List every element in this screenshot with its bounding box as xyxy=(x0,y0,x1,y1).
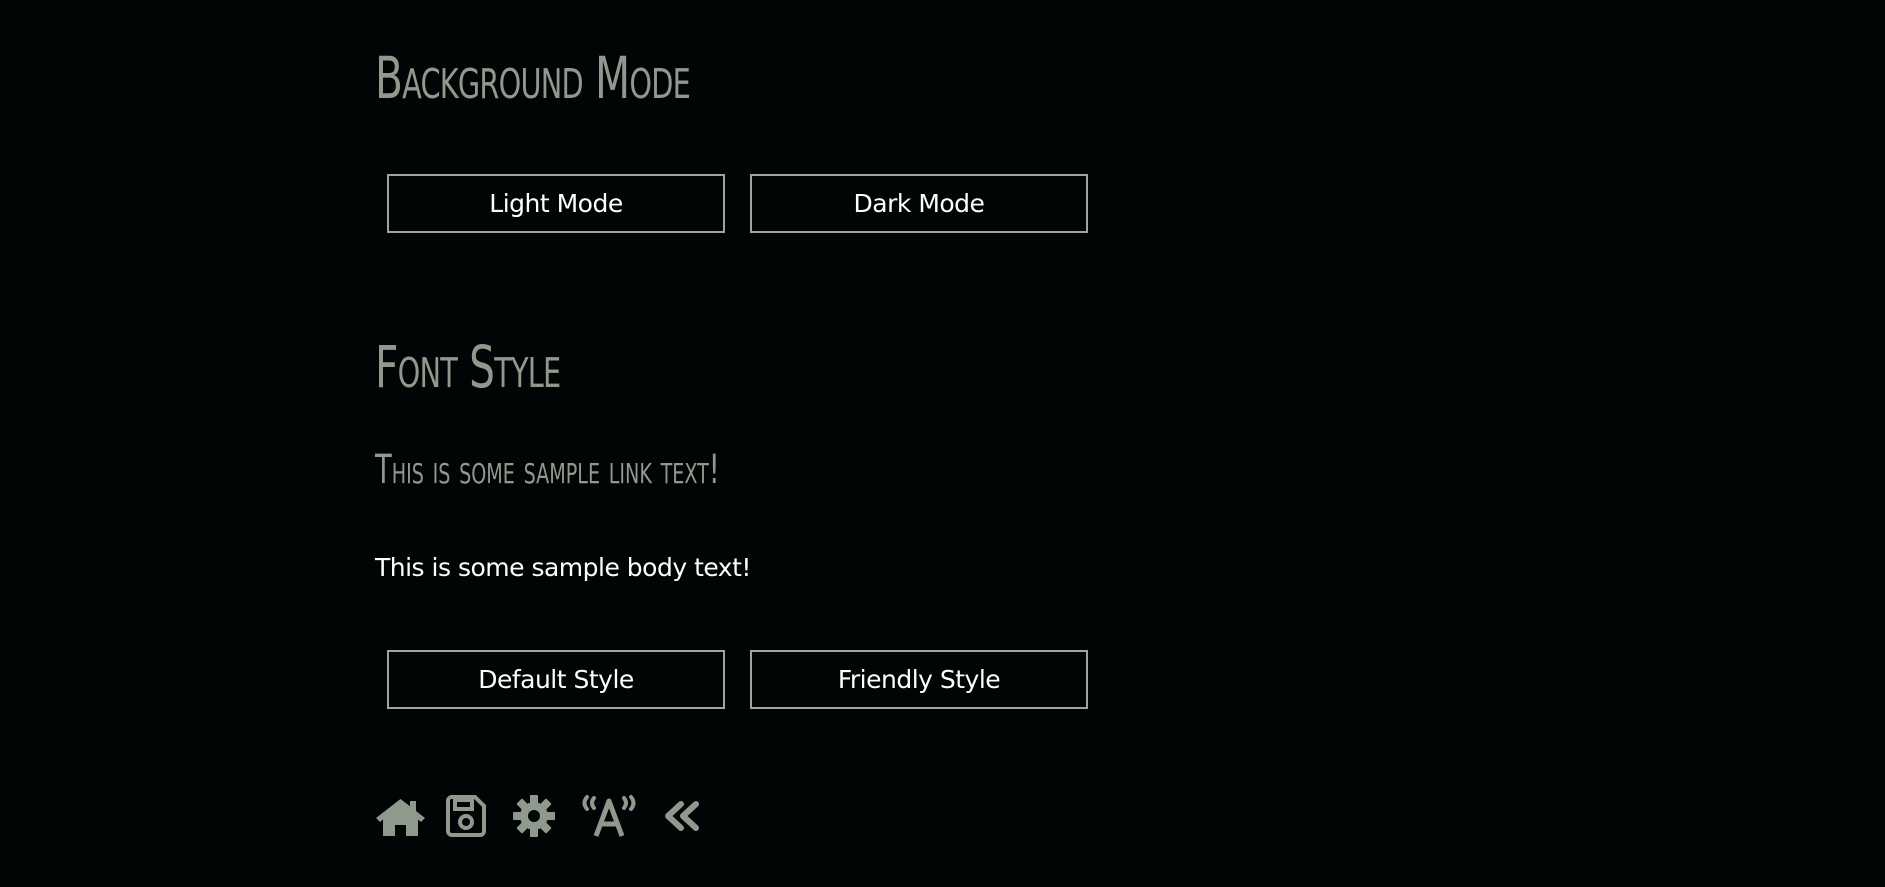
gear-icon[interactable] xyxy=(512,793,556,839)
light-mode-button[interactable]: Light Mode xyxy=(387,174,725,233)
sample-link-text[interactable]: This is some sample link text! xyxy=(375,447,720,493)
accessibility-broadcast-icon[interactable] xyxy=(580,793,638,839)
bottom-toolbar xyxy=(375,793,702,839)
save-icon[interactable] xyxy=(446,793,486,839)
font-style-buttons: Default Style Friendly Style xyxy=(387,650,1088,709)
background-mode-buttons: Light Mode Dark Mode xyxy=(387,174,1088,233)
font-style-heading: Font Style xyxy=(375,333,561,401)
home-icon[interactable] xyxy=(375,793,426,839)
background-mode-heading: Background Mode xyxy=(375,44,691,112)
dark-mode-button[interactable]: Dark Mode xyxy=(750,174,1088,233)
default-style-button[interactable]: Default Style xyxy=(387,650,725,709)
sample-body-text: This is some sample body text! xyxy=(375,553,751,582)
double-chevron-left-icon[interactable] xyxy=(662,793,702,839)
friendly-style-button[interactable]: Friendly Style xyxy=(750,650,1088,709)
